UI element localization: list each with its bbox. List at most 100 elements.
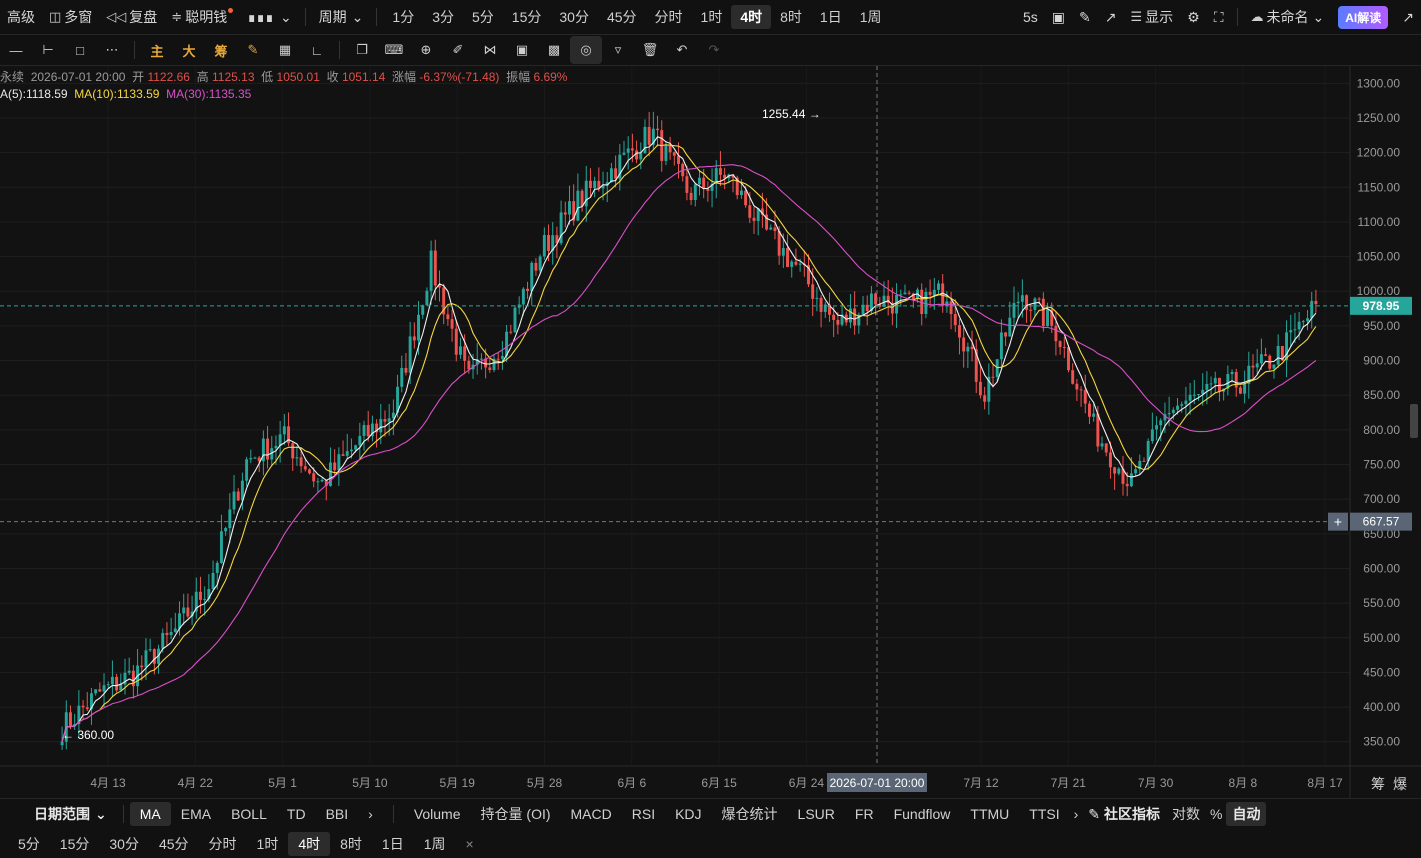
magnet-icon[interactable]: ⋈ <box>474 36 506 64</box>
candle-body <box>656 128 660 131</box>
sub-indicator-tab-7[interactable]: FR <box>845 802 884 826</box>
auto-scale-button[interactable]: 自动 <box>1226 802 1267 826</box>
sub-indicator-tab-label: FR <box>854 806 874 822</box>
ray-icon[interactable]: ⊢ <box>32 36 64 64</box>
smart-money-button[interactable]: ≑ 聪明钱 <box>164 4 240 30</box>
overlay-tab-2[interactable]: BOLL <box>221 802 277 826</box>
period-tab-10[interactable]: 1日 <box>811 5 851 29</box>
bottom-period-tab-2[interactable]: 30分 <box>99 832 149 856</box>
copy-icon[interactable]: ❐ <box>346 36 378 64</box>
date-range-button[interactable]: 日期范围 ⌄ <box>24 802 117 826</box>
y-tick-label: 850.00 <box>1363 388 1400 402</box>
bottom-period-tab-3[interactable]: 45分 <box>149 832 199 856</box>
lock-icon[interactable]: ▣ <box>506 36 538 64</box>
candle-body <box>1079 389 1083 391</box>
sub-indicator-tab-5[interactable]: 爆仓统计 <box>712 802 788 826</box>
advanced-button[interactable]: 高级 <box>0 4 42 30</box>
close-icon[interactable]: × <box>456 832 484 856</box>
pencil-icon[interactable]: ✎ <box>1072 4 1098 30</box>
bottom-period-tab-5[interactable]: 1时 <box>247 832 289 856</box>
log-scale-button[interactable]: 对数 <box>1166 802 1206 826</box>
candle-body <box>685 176 689 193</box>
measure-tool-icon[interactable]: ∟ <box>301 36 333 64</box>
sub-indicator-tab-4[interactable]: KDJ <box>665 802 711 826</box>
period-menu-button[interactable]: 周期 ⌄ <box>312 4 371 30</box>
period-tab-9[interactable]: 8时 <box>771 5 811 29</box>
camera-icon[interactable]: ▣ <box>1045 4 1072 30</box>
bottom-period-tab-6[interactable]: 4时 <box>288 831 331 856</box>
display-button[interactable]: ☰ 显示 <box>1123 4 1180 30</box>
candle-body <box>1171 409 1175 414</box>
candle-body <box>698 177 701 185</box>
zoom-in-icon[interactable]: ⊕ <box>410 36 442 64</box>
big-order-tool[interactable]: 大 <box>173 36 205 64</box>
redo-icon[interactable]: ↷ <box>698 36 730 64</box>
fullscreen-icon[interactable]: ⛶ <box>1207 4 1231 30</box>
candle-body <box>706 188 710 191</box>
period-tab-2[interactable]: 5分 <box>463 5 503 29</box>
high-value: 1125.13 <box>212 70 255 84</box>
brush-icon[interactable]: ✐ <box>442 36 474 64</box>
scroll-right-icon[interactable]: › <box>1070 802 1083 826</box>
bottom-period-tab-8[interactable]: 1日 <box>372 832 414 856</box>
candle-body <box>1251 365 1255 368</box>
rectangle-icon[interactable]: □ <box>64 36 96 64</box>
bottom-period-tab-9[interactable]: 1周 <box>414 832 456 856</box>
sub-indicator-tab-6[interactable]: LSUR <box>788 802 845 826</box>
bottom-period-tab-1[interactable]: 15分 <box>50 832 100 856</box>
sub-indicator-tab-3[interactable]: RSI <box>622 802 665 826</box>
export-icon[interactable]: ↗ <box>1098 4 1124 30</box>
period-tab-1[interactable]: 3分 <box>423 5 463 29</box>
eye-off-icon[interactable]: ◎ <box>570 36 602 64</box>
refresh-interval-button[interactable]: 5s <box>1016 4 1045 30</box>
candle-body <box>295 457 299 459</box>
layout-name-button[interactable]: ☁ 未命名 ⌄ <box>1244 4 1332 30</box>
sub-indicator-tab-9[interactable]: TTMU <box>960 802 1019 826</box>
sub-indicator-tab-10[interactable]: TTSI <box>1019 802 1069 826</box>
more-dots-icon[interactable]: ⋯ <box>96 36 128 64</box>
period-tab-8[interactable]: 4时 <box>731 5 772 29</box>
overlay-tab-1[interactable]: EMA <box>171 802 221 826</box>
replay-button[interactable]: ◁◁ 复盘 <box>99 4 164 30</box>
sub-indicator-tab-8[interactable]: Fundflow <box>884 802 961 826</box>
x-tick-label: 6月 15 <box>701 776 737 790</box>
period-tab-4[interactable]: 30分 <box>550 5 598 29</box>
period-tab-11[interactable]: 1周 <box>851 5 891 29</box>
overlay-tab-4[interactable]: BBI <box>316 802 359 826</box>
main-force-tool[interactable]: 主 <box>141 36 173 64</box>
price-chart[interactable]: 1300.00 1250.00 1200.00 1150.00 1100.00 1050.… <box>0 66 1421 798</box>
percent-scale-button[interactable]: % <box>1206 802 1226 826</box>
candle-body <box>1289 330 1293 333</box>
scroll-right-icon[interactable]: › <box>358 802 383 826</box>
filter-icon[interactable]: ▿ <box>602 36 634 64</box>
candle-body <box>630 148 634 151</box>
settings-gear-icon[interactable]: ⚙ <box>1180 4 1207 30</box>
sub-indicator-tab-2[interactable]: MACD <box>561 802 622 826</box>
sub-indicator-tab-0[interactable]: Volume <box>404 802 471 826</box>
edit-indicator-icon[interactable]: ✎ <box>237 36 269 64</box>
overlay-tab-3[interactable]: TD <box>277 802 316 826</box>
multi-window-button[interactable]: ◫ 多窗 <box>42 4 99 30</box>
indicator-toggle-button[interactable]: ∎∎∎ ⌄ <box>240 4 298 30</box>
chips-tool[interactable]: 筹 <box>205 36 237 64</box>
period-tab-6[interactable]: 分时 <box>646 5 692 29</box>
period-tab-0[interactable]: 1分 <box>383 5 423 29</box>
ai-interpret-button[interactable]: AI解读 <box>1331 4 1395 30</box>
period-tab-3[interactable]: 15分 <box>503 5 551 29</box>
horizontal-line-icon[interactable]: — <box>0 36 32 64</box>
y-tick-label: 1050.00 <box>1357 250 1401 264</box>
compare-icon[interactable]: ▦ <box>269 36 301 64</box>
hide-drawings-icon[interactable]: ▩ <box>538 36 570 64</box>
period-tab-7[interactable]: 1时 <box>692 5 732 29</box>
ruler-icon[interactable]: ⌨ <box>378 36 410 64</box>
trash-icon[interactable]: 🗑 <box>634 36 666 64</box>
period-tab-5[interactable]: 45分 <box>598 5 646 29</box>
bottom-period-tab-4[interactable]: 分时 <box>199 832 247 856</box>
share-icon[interactable]: ↗ <box>1395 4 1421 30</box>
sub-indicator-tab-1[interactable]: 持仓量 (OI) <box>471 802 561 826</box>
overlay-tab-0[interactable]: MA <box>129 802 171 826</box>
bottom-period-tab-0[interactable]: 5分 <box>8 832 50 856</box>
community-indicator-button[interactable]: ✎ 社区指标 <box>1082 802 1166 826</box>
undo-icon[interactable]: ↶ <box>666 36 698 64</box>
bottom-period-tab-7[interactable]: 8时 <box>330 832 372 856</box>
